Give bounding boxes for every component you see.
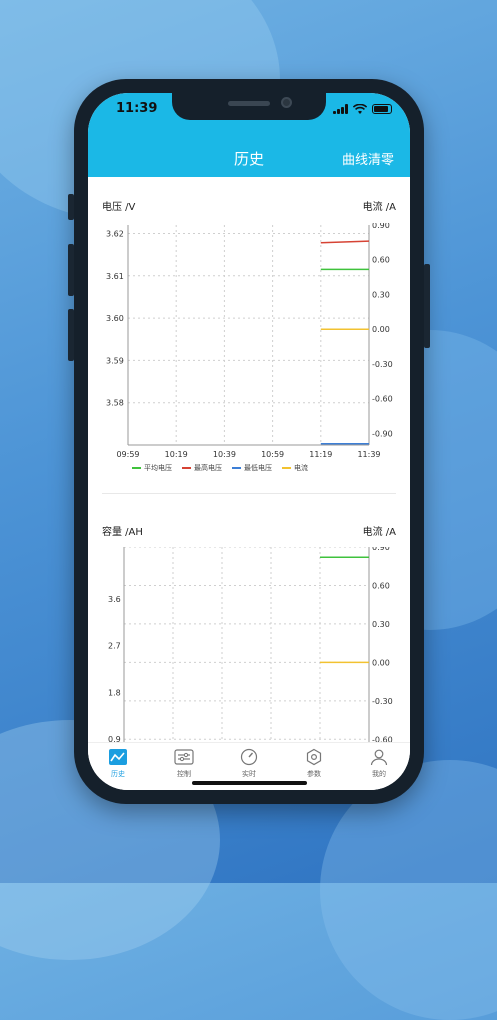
capacity-chart: 0.90 0.60 0.30 0.00 -0.30 -0.60 3.6 2.7 1.8 0.9	[108, 547, 393, 742]
volume-up-button	[68, 244, 74, 296]
user-icon	[370, 749, 388, 766]
section-divider	[102, 493, 396, 494]
y-right-tick-label: -0.30	[372, 697, 393, 706]
y-right-tick-label: 0.60	[372, 256, 390, 265]
volume-down-button	[68, 309, 74, 361]
sliders-icon	[174, 749, 194, 765]
app-screen: 11:39 历史 曲线清零 电压 /V 电流 /A 09:59 10:19 10…	[88, 93, 410, 790]
y-right-tick-label: -0.30	[372, 360, 393, 369]
notch	[172, 93, 326, 120]
tab-parameters[interactable]: 参数	[294, 748, 334, 779]
x-tick-label: 09:59	[116, 450, 139, 459]
status-icons	[333, 103, 392, 115]
y-left-tick-label: 3.61	[106, 272, 124, 281]
y-right-tick-label: 0.00	[372, 325, 390, 334]
voltage-axis-label: 电压 /V	[102, 202, 136, 213]
series-line	[320, 240, 370, 244]
header-bar: 11:39 历史 曲线清零	[88, 93, 410, 177]
speaker	[228, 101, 270, 106]
y-right-tick-label: 0.00	[372, 658, 390, 667]
hexagon-gear-icon	[306, 748, 322, 766]
y-left-tick-label: 1.8	[108, 688, 121, 697]
x-tick-label: 11:39	[357, 450, 380, 459]
y-left-tick-label: 3.60	[106, 314, 124, 323]
y-right-tick-label: 0.30	[372, 290, 390, 299]
y-left-tick-label: 3.59	[106, 356, 124, 365]
capacity-axis-label: 容量 /AH	[102, 527, 143, 538]
battery-icon	[372, 104, 392, 114]
phone-frame: 11:39 历史 曲线清零 电压 /V 电流 /A 09:59 10:19 10…	[68, 79, 430, 804]
y-right-tick-label: -0.60	[372, 395, 393, 404]
current-axis-label: 电流 /A	[362, 202, 396, 213]
chart-scroll-area[interactable]: 电压 /V 电流 /A 09:59 10:19 10:39 10:59 11:19 11:…	[88, 177, 410, 742]
y-left-tick-label: 2.7	[108, 642, 121, 651]
legend-current: 电流	[282, 463, 308, 473]
wifi-icon	[353, 103, 367, 114]
y-right-tick-label: 0.60	[372, 581, 390, 590]
status-time: 11:39	[116, 101, 158, 116]
tab-control[interactable]: 控制	[164, 748, 204, 779]
chart-legend: 平均电压 最高电压 最低电压 电流	[132, 463, 308, 473]
tab-profile[interactable]: 我的	[359, 748, 399, 779]
voltage-chart: 09:59 10:19 10:39 10:59 11:19 11:39 3.62 3.61 3.…	[106, 223, 393, 459]
power-button	[424, 264, 430, 348]
cellular-signal-icon	[333, 104, 348, 114]
x-tick-label: 10:39	[213, 450, 236, 459]
legend-max-voltage: 最高电压	[182, 463, 222, 473]
y-right-tick-label: 0.30	[372, 620, 390, 629]
tab-realtime[interactable]: 实时	[229, 748, 269, 779]
tab-history[interactable]: 历史	[98, 748, 138, 779]
x-tick-label: 10:19	[165, 450, 188, 459]
gauge-icon	[240, 748, 258, 766]
legend-min-voltage: 最低电压	[232, 463, 272, 473]
x-tick-label: 10:59	[261, 450, 284, 459]
y-left-tick-label: 0.9	[108, 735, 121, 742]
y-right-tick-label: -0.90	[372, 429, 393, 438]
y-right-tick-label: 0.90	[372, 223, 390, 230]
y-left-tick-label: 3.6	[108, 595, 121, 604]
home-indicator	[192, 781, 307, 785]
clear-curve-button[interactable]: 曲线清零	[342, 149, 394, 168]
x-tick-label: 11:19	[309, 450, 332, 459]
y-right-tick-label: 0.90	[372, 547, 390, 552]
y-right-tick-label: -0.60	[372, 735, 393, 742]
mute-switch	[68, 194, 74, 220]
y-left-tick-label: 3.58	[106, 399, 124, 408]
chart-icon	[109, 749, 127, 765]
camera	[281, 97, 292, 108]
current-axis-label-2: 电流 /A	[362, 527, 396, 538]
legend-avg-voltage: 平均电压	[132, 463, 172, 473]
y-left-tick-label: 3.62	[106, 229, 124, 238]
